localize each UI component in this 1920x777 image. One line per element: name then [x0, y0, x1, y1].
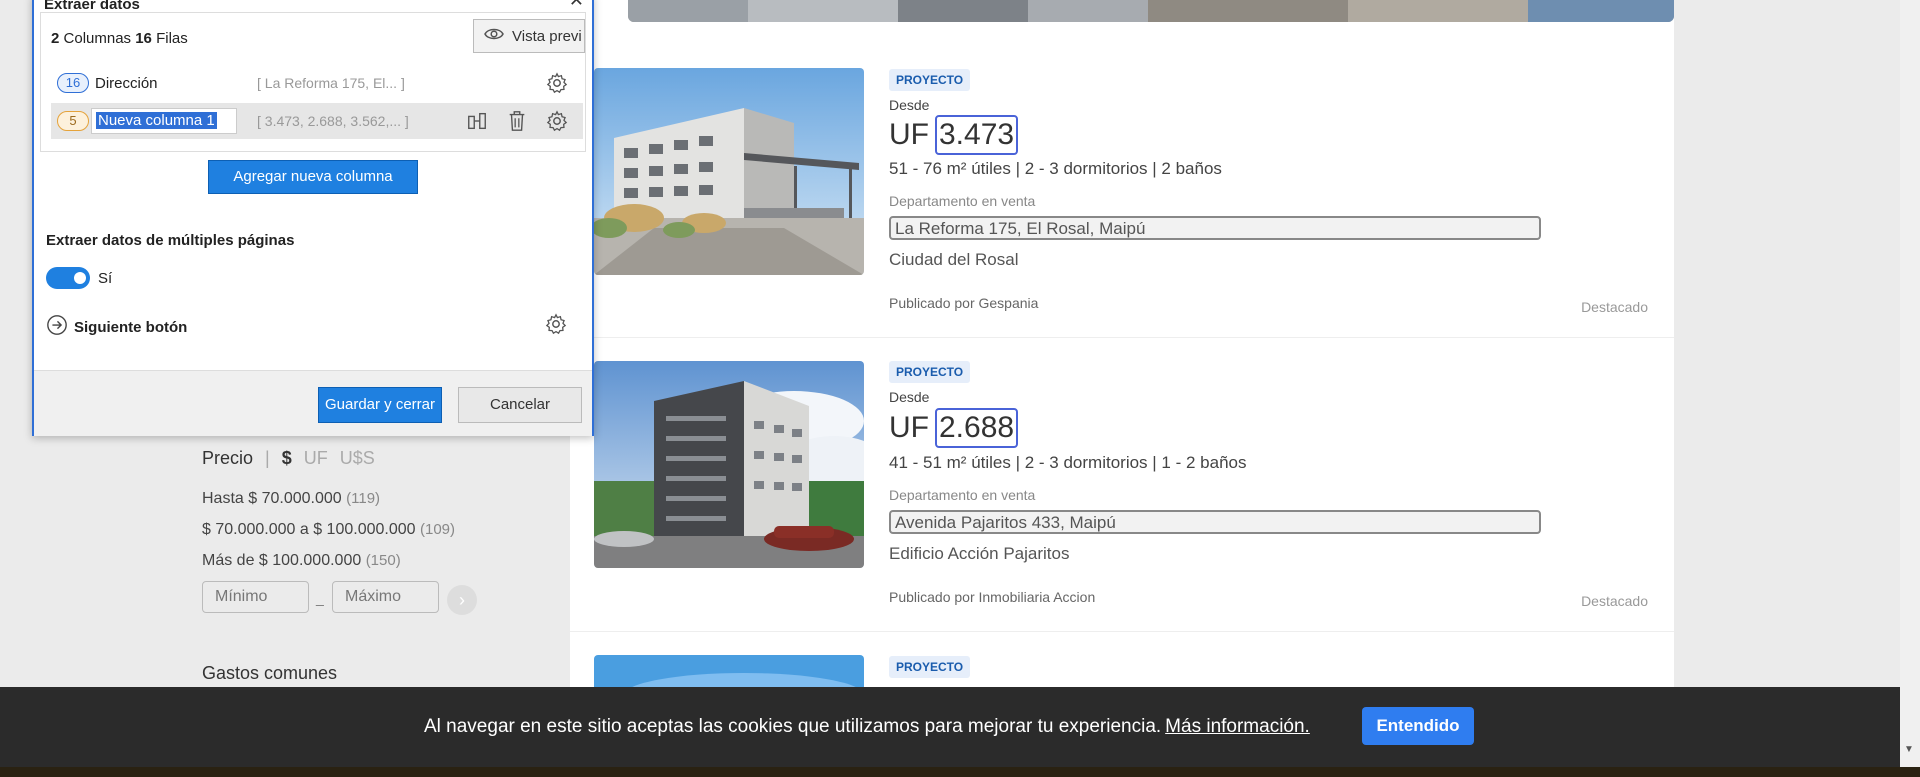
- columns-panel: 2 Columnas 16 Filas Vista previ 16 Direc…: [40, 12, 586, 152]
- price-currency: UF: [889, 118, 929, 151]
- listing-features: 41 - 51 m² útiles | 2 - 3 dormitorios | …: [889, 453, 1247, 472]
- listing-type: Departamento en venta: [889, 487, 1036, 503]
- preview-button[interactable]: Vista previ: [473, 19, 585, 53]
- price-value: 2.688: [935, 408, 1019, 448]
- price-from-label: Desde: [889, 389, 930, 405]
- column-name[interactable]: Dirección: [95, 75, 158, 92]
- dataset-dimensions: 2 Columnas 16 Filas: [51, 30, 188, 47]
- featured-label: Destacado: [1581, 593, 1648, 609]
- listing-photo[interactable]: [594, 68, 864, 275]
- listing-card[interactable]: PROYECTO Desde UF 2.688 41 - 51 m² útile…: [570, 338, 1674, 632]
- price-filter-header: Precio | $ UF U$S: [202, 448, 375, 469]
- scrollbar[interactable]: ▼: [1900, 0, 1920, 767]
- project-badge: PROYECTO: [889, 69, 971, 91]
- publisher: Publicado por Gespania: [889, 295, 1039, 311]
- column-count-badge: 5: [57, 111, 89, 131]
- scroll-down-icon[interactable]: ▼: [1904, 744, 1914, 755]
- footer-strip: [0, 767, 1920, 777]
- column-count-badge: 16: [57, 73, 89, 93]
- multi-page-toggle[interactable]: [46, 267, 90, 289]
- price-option[interactable]: $ 70.000.000 a $ 100.000.000 (109): [202, 521, 455, 539]
- project-badge: PROYECTO: [889, 656, 971, 678]
- currency-usd[interactable]: U$S: [340, 448, 375, 469]
- preview-label: Vista previ: [512, 27, 582, 45]
- price-min-input[interactable]: Mínimo: [202, 581, 309, 613]
- listing-address: La Reforma 175, El Rosal, Maipú: [889, 216, 1541, 240]
- project-name[interactable]: Ciudad del Rosal: [889, 250, 1018, 270]
- listing-price: UF 3.473: [889, 115, 1019, 155]
- gear-icon[interactable]: [545, 71, 569, 95]
- currency-clp[interactable]: $: [282, 448, 292, 469]
- publisher: Publicado por Inmobiliaria Accion: [889, 589, 1096, 605]
- next-button-label: Siguiente botón: [74, 318, 188, 336]
- listing-price: UF 2.688: [889, 408, 1019, 448]
- price-option[interactable]: Más de $ 100.000.000 (150): [202, 552, 401, 570]
- common-expenses-title: Gastos comunes: [202, 663, 338, 683]
- price-currency: UF: [889, 411, 929, 444]
- previous-listing-photo: [628, 0, 1674, 22]
- dialog-title: Extraer datos: [44, 0, 140, 12]
- price-option[interactable]: Hasta $ 70.000.000 (119): [202, 490, 380, 508]
- column-row[interactable]: 16 Dirección [ La Reforma 175, El... ]: [51, 65, 583, 101]
- more-info-link[interactable]: Más información.: [1165, 716, 1310, 737]
- gear-icon[interactable]: [545, 109, 569, 133]
- column-name-input[interactable]: Nueva columna 1: [91, 108, 237, 134]
- cookie-banner: Al navegar en este sitio aceptas las coo…: [0, 687, 1900, 767]
- column-row-selected[interactable]: 5 Nueva columna 1 [ 3.473, 2.688, 3.562,…: [51, 103, 583, 139]
- extract-data-dialog: Extraer datos ✕ 2 Columnas 16 Filas Vist…: [32, 0, 594, 436]
- listing-address: Avenida Pajaritos 433, Maipú: [889, 510, 1541, 534]
- multi-page-title: Extraer datos de múltiples páginas: [46, 232, 295, 249]
- cancel-button[interactable]: Cancelar: [458, 387, 582, 423]
- eye-icon: [484, 27, 504, 45]
- column-sample: [ 3.473, 2.688, 3.562,... ]: [257, 113, 409, 129]
- listing-features: 51 - 76 m² útiles | 2 - 3 dormitorios | …: [889, 159, 1222, 178]
- apply-price-button[interactable]: ›: [447, 585, 477, 615]
- chevron-right-icon: ›: [459, 590, 465, 610]
- listing-type: Departamento en venta: [889, 193, 1036, 209]
- gear-icon[interactable]: [544, 312, 568, 336]
- close-icon[interactable]: ✕: [569, 0, 584, 11]
- price-value: 3.473: [935, 115, 1019, 155]
- featured-label: Destacado: [1581, 299, 1648, 315]
- dialog-footer: Guardar y cerrar Cancelar: [34, 370, 592, 436]
- range-dash: _: [316, 590, 324, 606]
- column-sample: [ La Reforma 175, El... ]: [257, 75, 405, 91]
- cookie-message: Al navegar en este sitio aceptas las coo…: [424, 716, 1310, 737]
- price-max-input[interactable]: Máximo: [332, 581, 439, 613]
- price-separator: |: [265, 448, 270, 468]
- accept-cookies-button[interactable]: Entendido: [1362, 707, 1474, 745]
- toggle-label: Sí: [98, 270, 113, 287]
- trash-icon[interactable]: [505, 109, 529, 133]
- next-button-row[interactable]: Siguiente botón: [46, 314, 187, 340]
- listing-card[interactable]: PROYECTO Desde UF 3.473 51 - 76 m² útile…: [570, 44, 1674, 338]
- project-badge: PROYECTO: [889, 361, 971, 383]
- project-name[interactable]: Edificio Acción Pajaritos: [889, 544, 1069, 564]
- arrow-circle-right-icon: [46, 314, 68, 340]
- split-column-icon[interactable]: [465, 109, 489, 133]
- price-from-label: Desde: [889, 97, 930, 113]
- price-filter-title: Precio: [202, 448, 254, 468]
- save-and-close-button[interactable]: Guardar y cerrar: [318, 387, 442, 423]
- listing-photo[interactable]: [594, 361, 864, 568]
- currency-uf[interactable]: UF: [304, 448, 328, 469]
- add-column-button[interactable]: Agregar nueva columna: [208, 160, 418, 194]
